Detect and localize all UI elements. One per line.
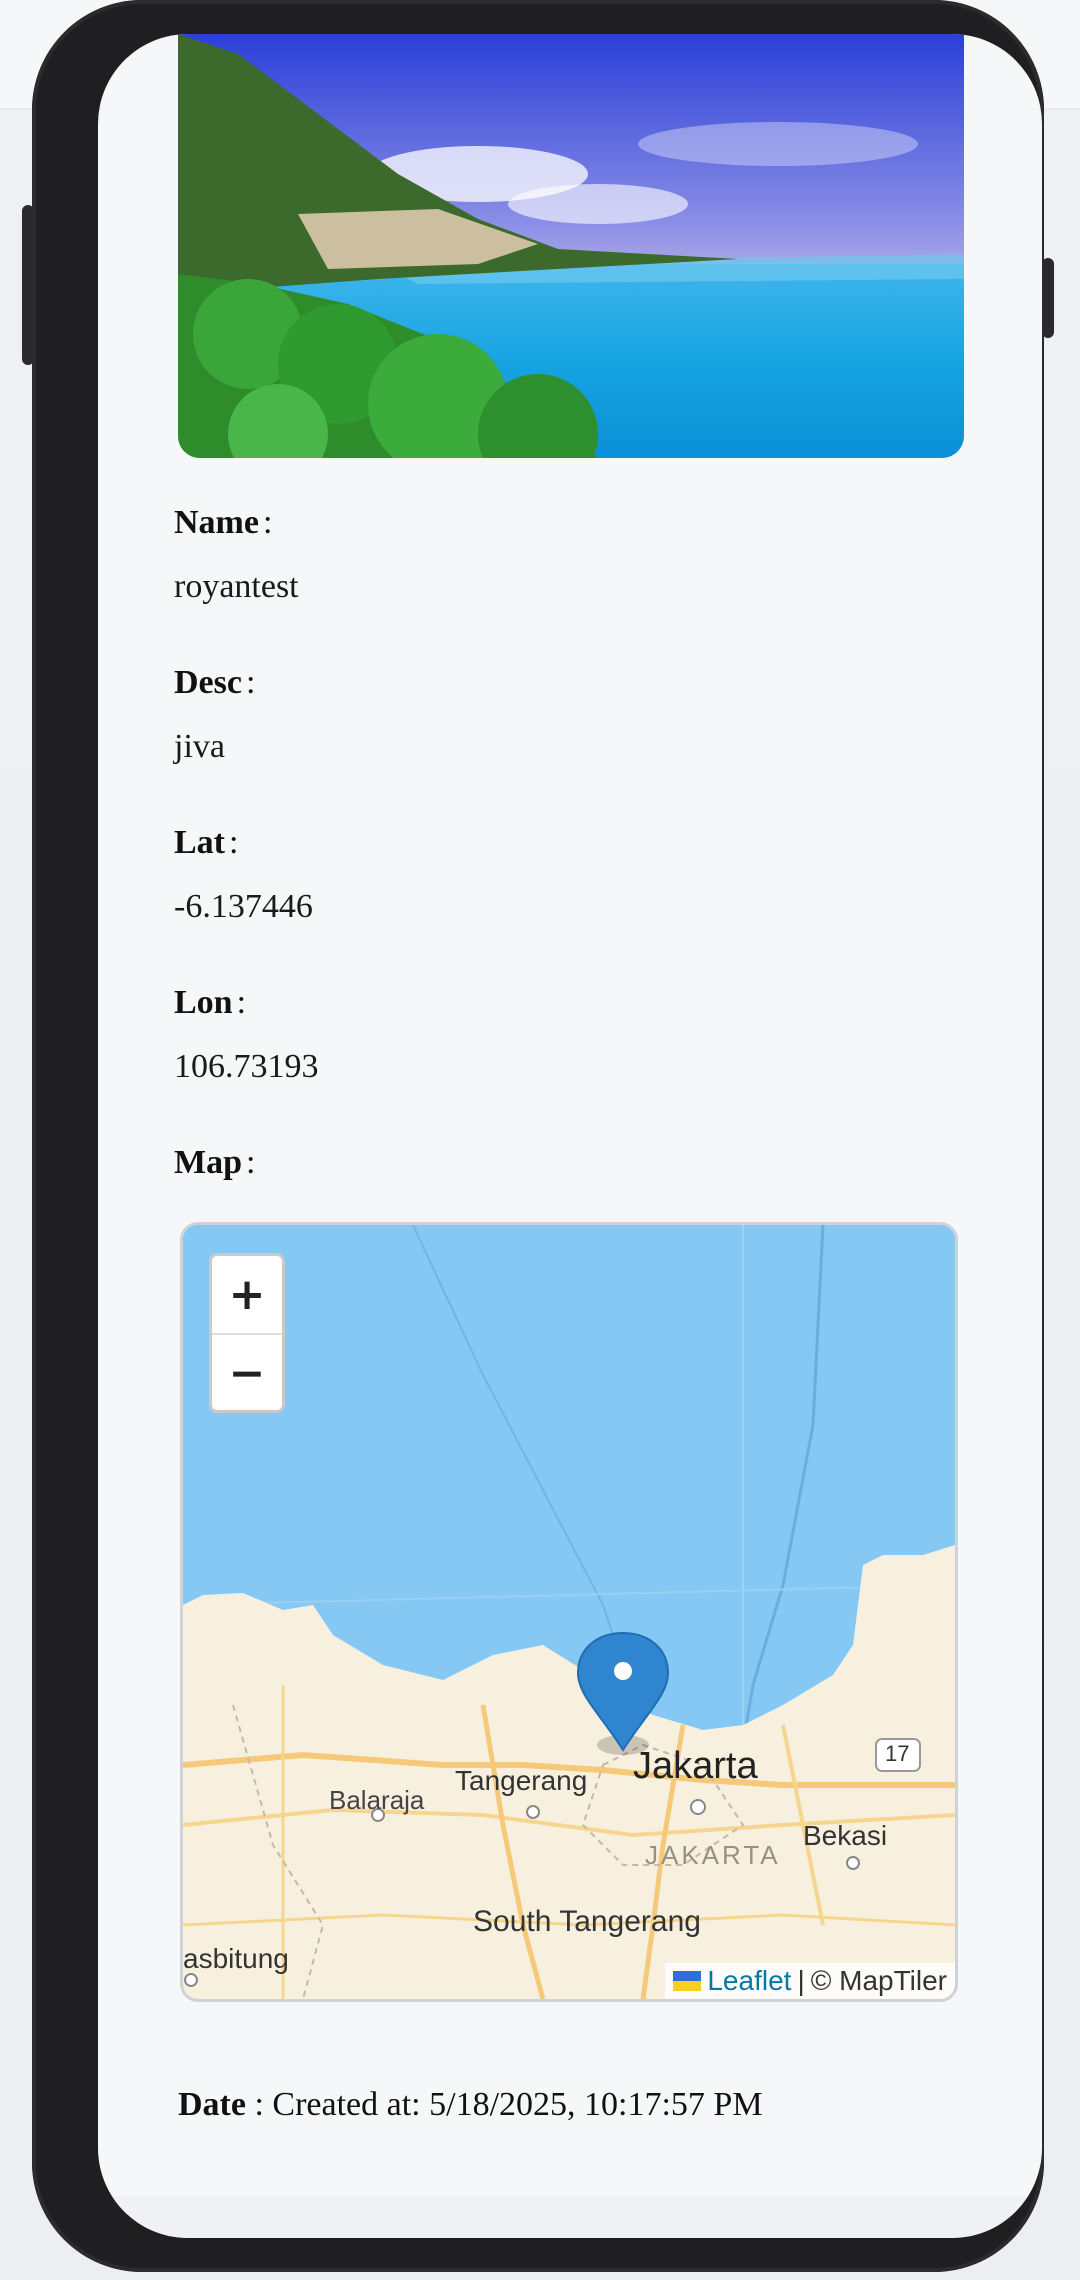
road-shield-17: 17: [885, 1741, 910, 1766]
maptiler-attribution: © MapTiler: [810, 1965, 947, 1996]
place-label-tangerang: Tangerang: [455, 1765, 588, 1796]
place-label-jakarta-region: JAKARTA: [645, 1840, 781, 1870]
map-label: Map: [174, 1144, 242, 1181]
place-label-bekasi: Bekasi: [803, 1820, 888, 1851]
attribution-separator: |: [797, 1965, 805, 1996]
phone-frame: Name : royantest Desc : jiva Lat : -6.13…: [32, 0, 1044, 2272]
date-colon: :: [254, 2086, 264, 2123]
lon-colon: :: [236, 984, 247, 1021]
lon-value: 106.73193: [174, 1048, 319, 1085]
desc-value: jiva: [174, 728, 225, 765]
location-map[interactable]: Jakarta JAKARTA Tangerang Balaraja Bekas…: [180, 1222, 958, 2002]
date-label: Date: [178, 2086, 246, 2123]
place-label-south-tangerang: South Tangerang: [473, 1905, 701, 1938]
screen-bottom-band: [98, 2196, 1042, 2238]
date-field: Date : Created at: 5/18/2025, 10:17:57 P…: [178, 2086, 763, 2124]
lat-value: -6.137446: [174, 888, 313, 925]
place-label-jakarta: Jakarta: [633, 1745, 758, 1787]
lat-label: Lat: [174, 824, 225, 861]
desc-field: Desc :: [174, 664, 255, 702]
ukraine-flag-icon: [673, 1971, 702, 1991]
name-label: Name: [174, 504, 259, 541]
zoom-control: + −: [209, 1253, 285, 1413]
zoom-in-button[interactable]: +: [212, 1256, 282, 1335]
date-value: Created at: 5/18/2025, 10:17:57 PM: [272, 2086, 763, 2123]
lat-colon: :: [229, 824, 239, 861]
leaflet-link[interactable]: Leaflet: [707, 1965, 791, 1997]
desc-label: Desc: [174, 664, 242, 701]
place-label-balaraja: Balaraja: [329, 1785, 425, 1815]
map-attribution: Leaflet | © MapTiler: [665, 1963, 955, 1999]
name-colon: :: [262, 504, 273, 541]
name-value: royantest: [174, 568, 299, 605]
name-field: Name :: [174, 504, 272, 542]
lon-label: Lon: [174, 984, 233, 1021]
phone-screen: Name : royantest Desc : jiva Lat : -6.13…: [98, 34, 1042, 2238]
place-label-rangkasbitung: asbitung: [183, 1943, 289, 1974]
desc-colon: :: [245, 664, 256, 701]
hero-image: [178, 34, 964, 458]
lon-field: Lon :: [174, 984, 246, 1022]
lat-field: Lat :: [174, 824, 238, 862]
zoom-out-button[interactable]: −: [212, 1335, 282, 1412]
map-field: Map :: [174, 1144, 255, 1182]
map-colon: :: [246, 1144, 256, 1181]
